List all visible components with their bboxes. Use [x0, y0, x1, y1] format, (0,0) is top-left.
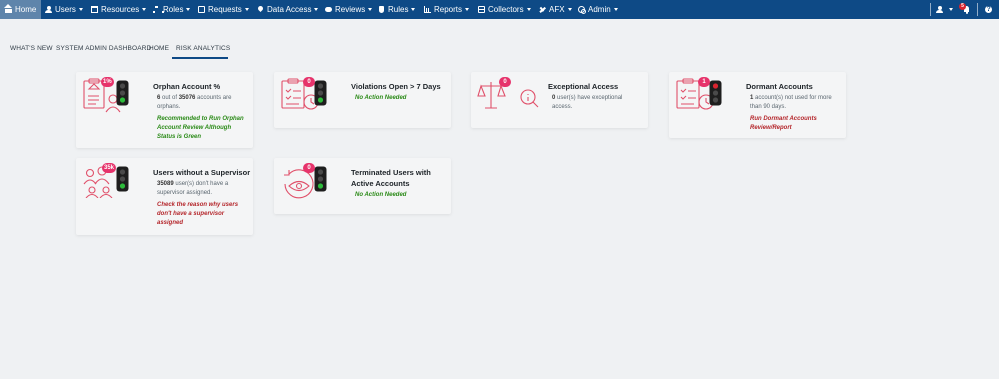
- traffic-light-icon: [116, 80, 129, 106]
- nav-reports-label: Reports: [434, 5, 463, 14]
- dormant-badge: 1: [698, 77, 710, 87]
- nav-data-access-label: Data Access: [267, 5, 312, 14]
- card-icon: [478, 6, 485, 13]
- chevron-down-icon: [186, 8, 191, 11]
- traffic-light-icon: [314, 80, 327, 106]
- nav-roles[interactable]: Roles: [153, 0, 191, 19]
- cogs-icon: [578, 6, 586, 14]
- chevron-down-icon: [314, 8, 319, 11]
- nav-admin[interactable]: Admin: [578, 0, 618, 19]
- orphan-account-card[interactable]: 1% Orphan Account % 6 out of 35076 accou…: [76, 72, 253, 148]
- nav-collectors[interactable]: Collectors: [478, 0, 531, 19]
- chevron-down-icon: [368, 8, 373, 11]
- exceptional-access-card[interactable]: 0 Exceptional Access 0 user(s) have exce…: [471, 72, 648, 128]
- users-without-supervisor-card[interactable]: 35k Users without a Supervisor 35089 use…: [76, 158, 253, 235]
- chevron-down-icon: [613, 8, 618, 11]
- chevron-down-icon: [567, 8, 572, 11]
- exceptional-text: user(s) have exceptional access.: [552, 95, 623, 110]
- top-navbar: Home Users Resources Roles Requests Data…: [0, 0, 999, 19]
- pin-icon: [257, 6, 264, 13]
- orphan-title: Orphan Account %: [153, 82, 221, 91]
- help-button[interactable]: [985, 0, 995, 19]
- sitemap-icon: [153, 6, 164, 13]
- chevron-down-icon: [78, 8, 83, 11]
- chart-icon: [424, 6, 431, 13]
- traffic-light-icon: [314, 166, 327, 192]
- nav-rules[interactable]: Rules: [378, 0, 416, 19]
- traffic-light-icon: [709, 80, 722, 106]
- nav-admin-label: Admin: [588, 5, 611, 14]
- orphan-text-a: out of: [160, 95, 179, 101]
- nav-divider: [977, 3, 978, 16]
- active-tab-underline: [172, 57, 228, 59]
- nav-reviews-label: Reviews: [335, 5, 366, 14]
- dormant-recommendation: Run Dormant Accounts Review/Report: [750, 116, 817, 131]
- violations-card[interactable]: 0 Violations Open > 7 Days No Action Nee…: [274, 72, 451, 128]
- chevron-down-icon: [411, 8, 416, 11]
- home-icon: [4, 4, 12, 13]
- bank-icon: [91, 6, 98, 13]
- dormant-description: 1 account(s) not used for more than 90 d…: [750, 94, 842, 112]
- dormant-text: account(s) not used for more than 90 day…: [750, 95, 832, 110]
- notification-count-badge: 5: [959, 3, 966, 10]
- nav-resources-label: Resources: [101, 5, 140, 14]
- supervisor-recommendation: Check the reason why users don't have a …: [157, 202, 239, 226]
- nav-roles-label: Roles: [163, 5, 184, 14]
- nav-requests[interactable]: Requests: [198, 0, 249, 19]
- orphan-total: 35076: [178, 95, 196, 101]
- nav-data-access[interactable]: Data Access: [257, 0, 319, 19]
- supervisor-title: Users without a Supervisor: [153, 168, 251, 177]
- orphan-description: 6 out of 35076 accounts are orphans.: [157, 94, 251, 112]
- box-icon: [198, 6, 205, 13]
- dormant-title: Dormant Accounts: [746, 82, 813, 91]
- nav-collectors-label: Collectors: [488, 5, 524, 14]
- nav-home-label: Home: [15, 5, 37, 14]
- user-icon: [936, 6, 943, 13]
- violations-recommendation: No Action Needed: [355, 95, 407, 101]
- supervisor-description: 35089 user(s) don't have a supervisor as…: [157, 180, 247, 198]
- exceptional-title: Exceptional Access: [548, 82, 619, 91]
- terminated-title: Terminated Users with Active Accounts: [351, 168, 431, 188]
- supervisor-badge: 35k: [102, 163, 117, 173]
- user-menu[interactable]: [936, 0, 953, 19]
- user-icon: [45, 6, 52, 13]
- nav-reports[interactable]: Reports: [424, 0, 470, 19]
- tab-risk-analytics[interactable]: RISK ANALYTICS: [176, 45, 230, 52]
- nav-reviews[interactable]: Reviews: [325, 0, 373, 19]
- nav-home[interactable]: Home: [0, 0, 41, 19]
- dormant-accounts-card[interactable]: 1 Dormant Accounts 1 account(s) not used…: [669, 72, 846, 138]
- nav-afx[interactable]: AFX: [539, 0, 572, 19]
- tab-whats-new[interactable]: WHAT'S NEW: [10, 45, 53, 52]
- violations-badge: 0: [303, 77, 315, 87]
- orphan-recommendation: Recommended to Run Orphan Account Review…: [157, 116, 244, 140]
- tab-system-admin-dashboard[interactable]: SYSTEM ADMIN DASHBOARD: [56, 45, 151, 52]
- nav-users-label: Users: [55, 5, 76, 14]
- nav-rules-label: Rules: [388, 5, 409, 14]
- tab-home[interactable]: HOME: [149, 45, 169, 52]
- exceptional-badge: 0: [499, 77, 511, 87]
- chevron-down-icon: [949, 8, 953, 11]
- nav-divider: [930, 3, 931, 16]
- nav-resources[interactable]: Resources: [91, 0, 147, 19]
- plane-icon: [539, 6, 546, 13]
- chevron-down-icon: [244, 8, 249, 11]
- terminated-recommendation: No Action Needed: [355, 192, 407, 198]
- traffic-light-icon: [116, 166, 129, 192]
- nav-afx-label: AFX: [549, 5, 565, 14]
- terminated-users-card[interactable]: 0 Terminated Users with Active Accounts …: [274, 158, 451, 214]
- exceptional-description: 0 user(s) have exceptional access.: [552, 94, 642, 112]
- shield-icon: [378, 6, 385, 13]
- nav-users[interactable]: Users: [45, 0, 83, 19]
- supervisor-count: 35089: [157, 181, 174, 187]
- help-icon: [985, 5, 992, 14]
- orphan-badge: 1%: [101, 77, 114, 87]
- chevron-down-icon: [465, 8, 470, 11]
- nav-requests-label: Requests: [208, 5, 242, 14]
- terminated-badge: 0: [303, 163, 315, 173]
- chevron-down-icon: [142, 8, 147, 11]
- violations-title: Violations Open > 7 Days: [351, 82, 441, 91]
- chevron-down-icon: [526, 8, 531, 11]
- reviews-icon: [325, 6, 332, 13]
